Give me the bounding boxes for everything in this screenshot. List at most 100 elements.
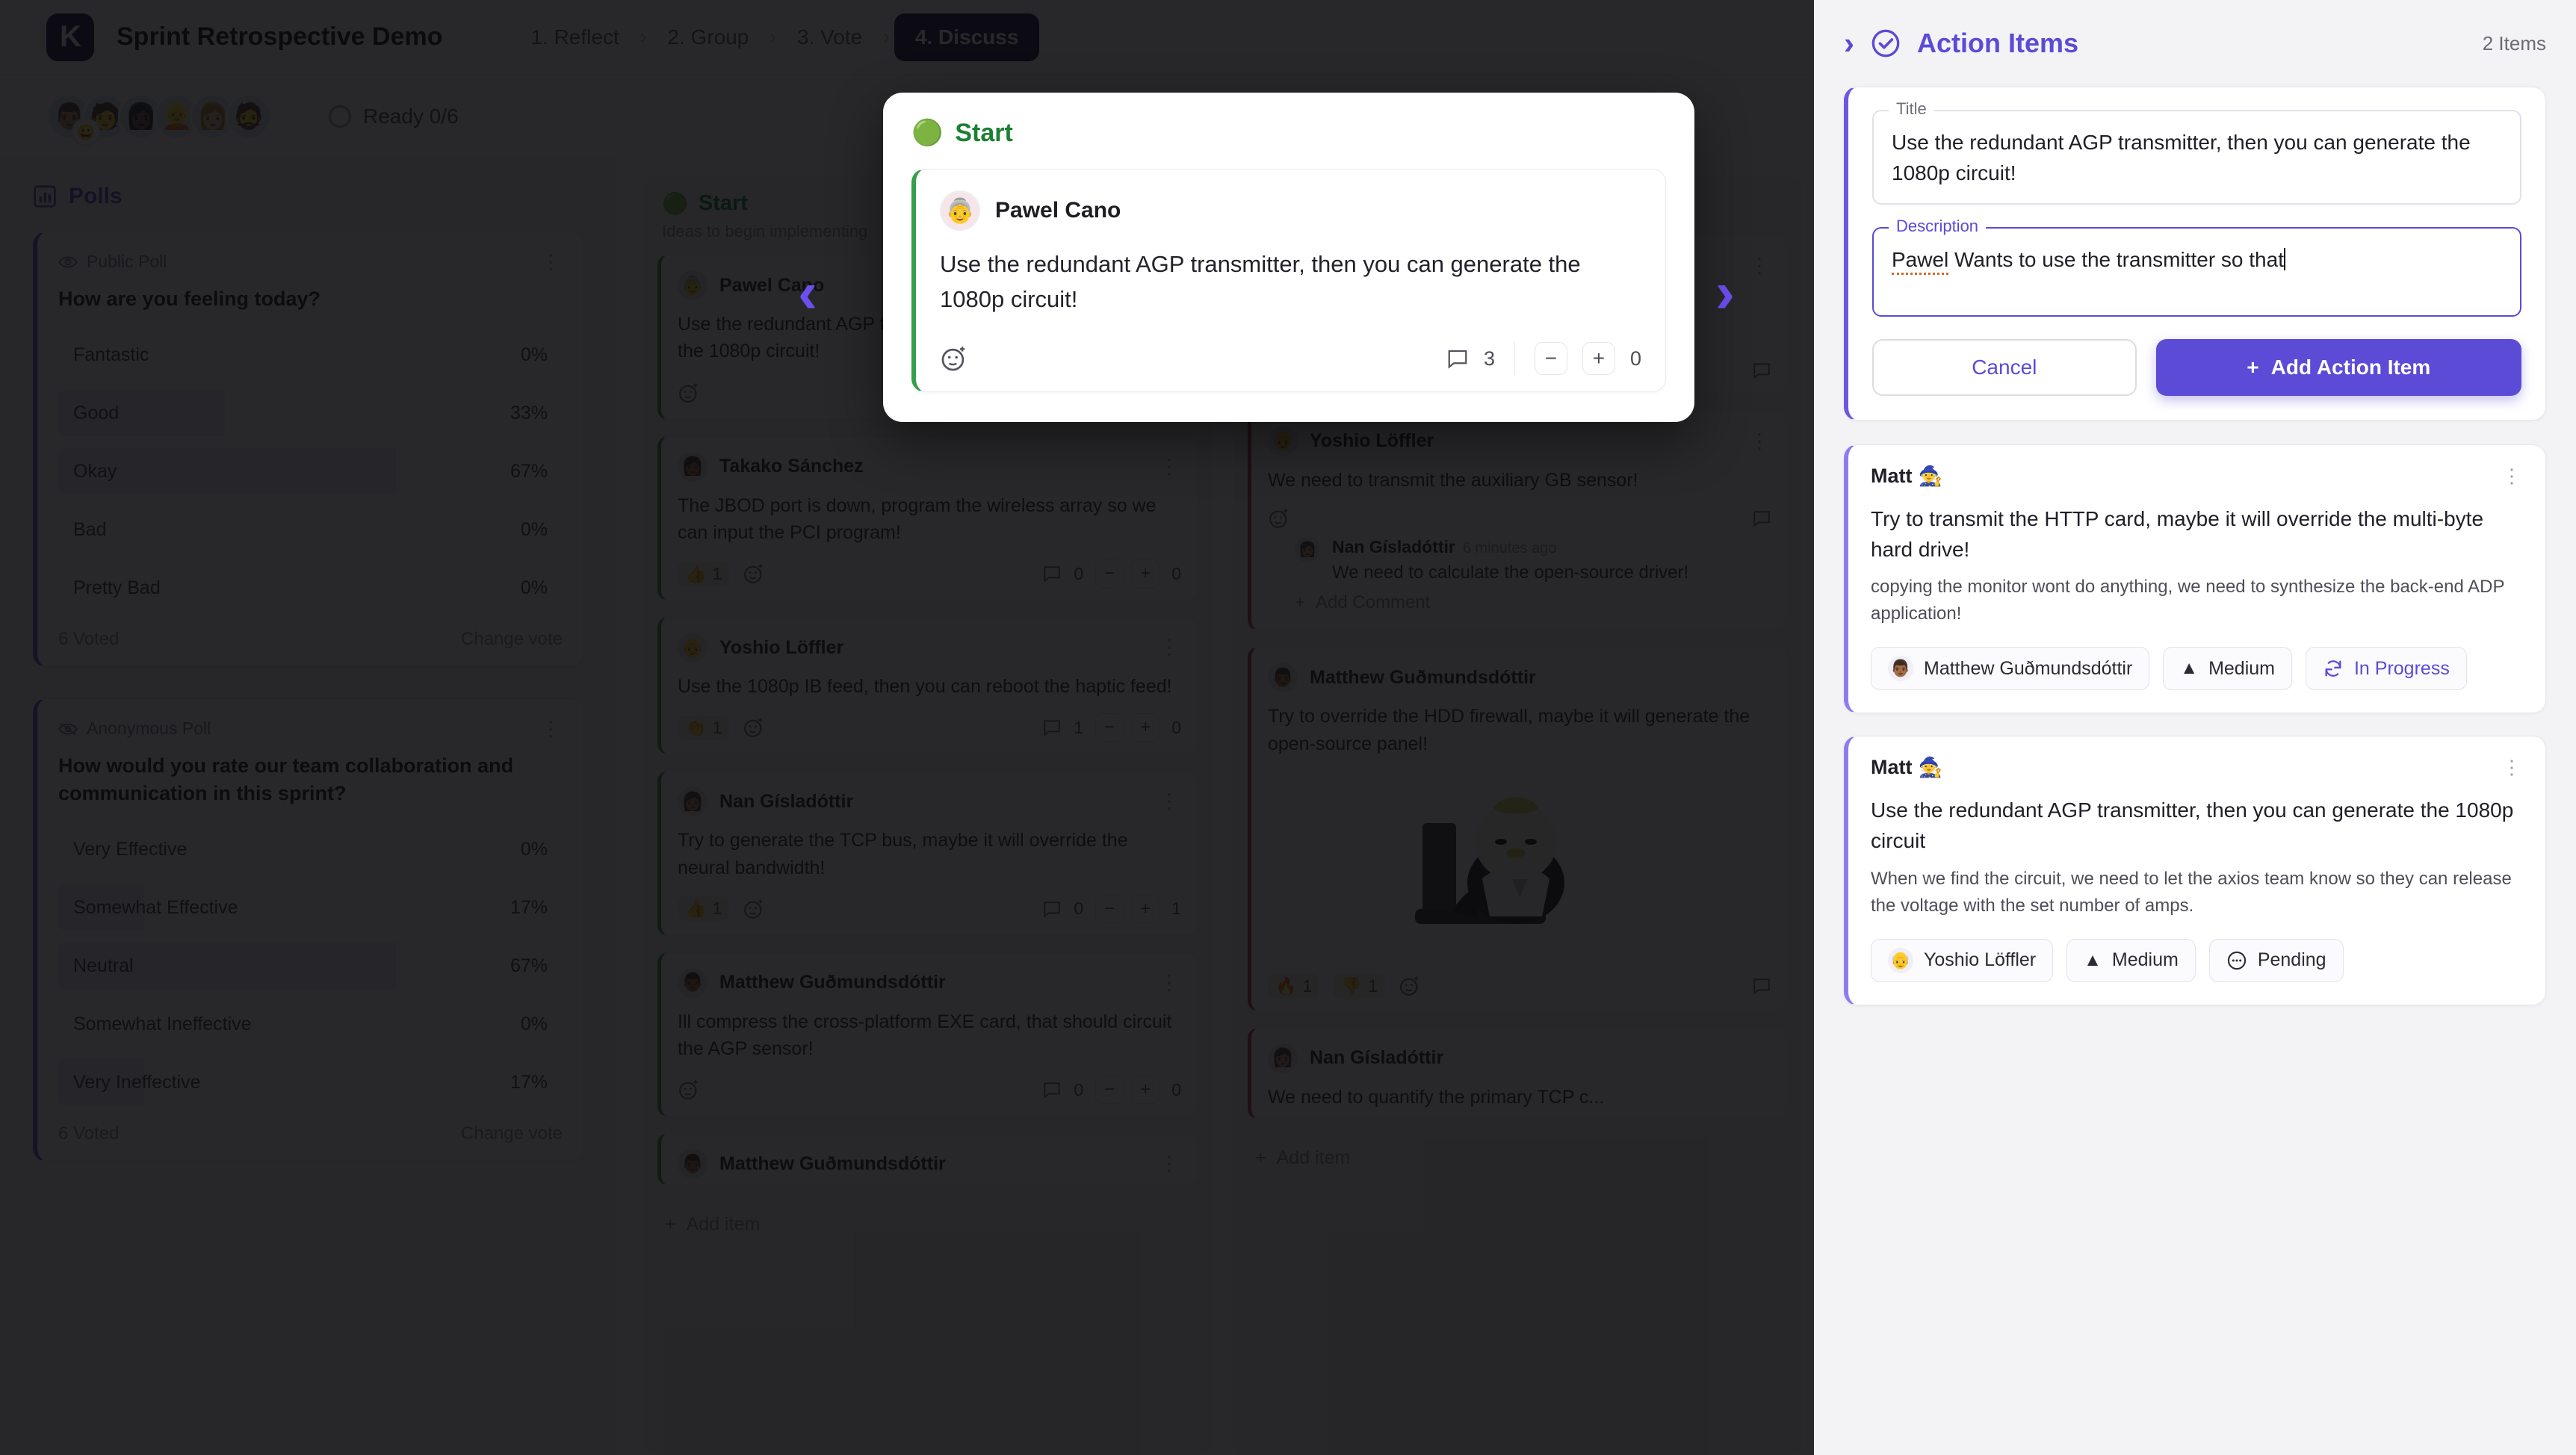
vote-increment-button[interactable]: + — [1131, 713, 1160, 742]
title-input[interactable]: Use the redundant AGP transmitter, then … — [1872, 110, 2521, 205]
description-field[interactable]: Description Pawel Wants to use the trans… — [1872, 217, 2521, 317]
vote-decrement-button[interactable]: − — [1534, 342, 1567, 375]
next-note-button[interactable]: › — [1715, 263, 1735, 321]
status-chip[interactable]: Pending — [2208, 938, 2344, 982]
comment-icon[interactable] — [1752, 976, 1771, 996]
vote-increment-button[interactable]: + — [1131, 1076, 1160, 1105]
add-reaction-icon[interactable] — [1399, 975, 1421, 997]
poll-menu-button[interactable]: ⋮ — [540, 251, 563, 272]
avatar[interactable]: 🧔 — [226, 93, 272, 140]
step-discuss[interactable]: 4. Discuss — [894, 13, 1040, 61]
add-reaction-icon[interactable] — [678, 382, 700, 404]
reaction-group[interactable]: 👏 1 — [678, 715, 765, 740]
status-chip[interactable]: In Progress — [2305, 647, 2467, 691]
note-card[interactable]: 👨🏾 Matthew Guðmundsdóttir ⋮ — [657, 1133, 1198, 1186]
comment-icon[interactable] — [1042, 899, 1062, 919]
comment-icon[interactable] — [1446, 347, 1469, 370]
note-menu-button[interactable]: ⋮ — [1159, 1153, 1181, 1174]
comment-icon[interactable] — [1752, 361, 1771, 380]
note-card[interactable]: 👩🏽 Nan Gísladóttir ⋮ Try to generate the… — [657, 771, 1198, 936]
add-reaction-icon[interactable] — [1268, 507, 1290, 530]
app-logo[interactable]: K — [46, 13, 94, 61]
step-vote[interactable]: 3. Vote — [781, 18, 879, 57]
change-vote-button[interactable]: Change vote — [461, 629, 563, 650]
add-reaction-icon[interactable] — [743, 898, 765, 920]
comment-icon[interactable] — [1752, 509, 1771, 528]
reaction-group[interactable] — [678, 382, 700, 404]
priority-chip[interactable]: ▲ Medium — [2066, 938, 2196, 982]
action-item-menu-button[interactable]: ⋮ — [2502, 466, 2523, 485]
vote-stepper[interactable]: − + — [1095, 559, 1160, 588]
vote-stepper[interactable]: − + — [1095, 1076, 1160, 1105]
reaction-group[interactable]: 👍 1 — [678, 561, 765, 586]
action-item-card[interactable]: Matt 🧙 ⋮ Use the redundant AGP transmitt… — [1844, 736, 2546, 1005]
note-card[interactable]: 👩🏾 Takako Sánchez ⋮ The JBOD port is dow… — [657, 435, 1198, 601]
vote-increment-button[interactable]: + — [1582, 342, 1615, 375]
comment-icon[interactable] — [1042, 718, 1062, 737]
assignee-chip[interactable]: 👴 Yoshio Löffler — [1871, 938, 2054, 982]
prev-note-button[interactable]: ‹ — [798, 263, 817, 321]
poll-option[interactable]: Somewhat Effective 17% — [58, 884, 563, 931]
poll-option[interactable]: Somewhat Ineffective 0% — [58, 1001, 563, 1047]
poll-option[interactable]: Very Ineffective 17% — [58, 1059, 563, 1106]
reaction-group[interactable]: 🔥 1 👎 1 — [1268, 973, 1421, 999]
assignee-chip[interactable]: 👨🏾 Matthew Guðmundsdóttir — [1871, 647, 2150, 691]
vote-stepper[interactable]: − + — [1095, 894, 1160, 923]
add-item-button[interactable]: + Add item — [1248, 1135, 1789, 1190]
vote-increment-button[interactable]: + — [1131, 894, 1160, 923]
vote-increment-button[interactable]: + — [1131, 559, 1160, 588]
action-item-card[interactable]: Matt 🧙 ⋮ Try to transmit the HTTP card, … — [1844, 444, 2546, 714]
priority-chip[interactable]: ▲ Medium — [2163, 647, 2292, 691]
note-menu-button[interactable]: ⋮ — [1159, 637, 1181, 658]
step-reflect[interactable]: 1. Reflect — [514, 18, 635, 57]
note-menu-button[interactable]: ⋮ — [1159, 456, 1181, 477]
note-card[interactable]: 👨🏾 Matthew Guðmundsdóttir ⋮ Ill compress… — [657, 952, 1198, 1117]
reaction-chip[interactable]: 👎 1 — [1333, 973, 1385, 999]
step-group[interactable]: 2. Group — [651, 18, 765, 57]
vote-stepper[interactable]: − + — [1095, 713, 1160, 742]
note-menu-button[interactable]: ⋮ — [1159, 791, 1181, 812]
note-card[interactable]: 👨🏾 Matthew Guðmundsdóttir Try to overrid… — [1248, 647, 1789, 1011]
reaction-group[interactable]: 👍 1 — [678, 896, 765, 922]
poll-option[interactable]: Good 33% — [58, 390, 563, 437]
ready-status[interactable]: Ready 0/6 — [329, 105, 459, 128]
poll-option[interactable]: Neutral 67% — [58, 943, 563, 990]
reaction-chip[interactable]: 👍 1 — [678, 896, 730, 922]
add-action-item-button[interactable]: + Add Action Item — [2155, 339, 2521, 397]
cancel-button[interactable]: Cancel — [1872, 339, 2137, 397]
reaction-chip[interactable]: 👍 1 — [678, 561, 730, 586]
comment-icon[interactable] — [1042, 564, 1062, 583]
note-card[interactable]: 👴 Yoshio Löffler ⋮ We need to transmit t… — [1248, 410, 1789, 631]
vote-decrement-button[interactable]: − — [1095, 713, 1124, 742]
vote-decrement-button[interactable]: − — [1095, 894, 1124, 923]
reaction-chip[interactable]: 👏 1 — [678, 715, 730, 740]
vote-decrement-button[interactable]: − — [1095, 559, 1124, 588]
add-reaction-icon[interactable] — [743, 716, 765, 739]
add-reaction-icon[interactable] — [678, 1079, 700, 1101]
reaction-group[interactable] — [1268, 507, 1290, 530]
comment-icon[interactable] — [1042, 1080, 1062, 1099]
add-reaction-icon[interactable] — [743, 562, 765, 585]
poll-option[interactable]: Bad 0% — [58, 506, 563, 553]
add-comment-button[interactable]: + Add Comment — [1268, 585, 1771, 618]
poll-option[interactable]: Fantastic 0% — [58, 332, 563, 378]
note-menu-button[interactable]: ⋮ — [1159, 972, 1181, 993]
note-menu-button[interactable]: ⋮ — [1749, 430, 1771, 451]
note-card[interactable]: 👩🏽 Nan Gísladóttir We need to quantify t… — [1248, 1027, 1789, 1120]
change-vote-button[interactable]: Change vote — [461, 1123, 563, 1144]
poll-option[interactable]: Okay 67% — [58, 448, 563, 495]
reaction-chip[interactable]: 🔥 1 — [1268, 973, 1320, 999]
action-item-menu-button[interactable]: ⋮ — [2502, 757, 2523, 777]
note-menu-button[interactable]: ⋮ — [1749, 255, 1771, 276]
reaction-group[interactable] — [678, 1079, 700, 1101]
description-input[interactable]: Pawel Wants to use the transmitter so th… — [1872, 227, 2521, 317]
collapse-panel-button[interactable]: › — [1844, 28, 1854, 59]
poll-option[interactable]: Pretty Bad 0% — [58, 565, 563, 611]
poll-option[interactable]: Very Effective 0% — [58, 826, 563, 872]
poll-menu-button[interactable]: ⋮ — [540, 718, 563, 739]
add-reaction-icon[interactable] — [940, 344, 968, 373]
add-item-button[interactable]: + Add item — [657, 1202, 1198, 1256]
note-card[interactable]: 👴 Yoshio Löffler ⋮ Use the 1080p IB feed… — [657, 617, 1198, 755]
vote-decrement-button[interactable]: − — [1095, 1076, 1124, 1105]
title-field[interactable]: Title Use the redundant AGP transmitter,… — [1872, 99, 2521, 205]
